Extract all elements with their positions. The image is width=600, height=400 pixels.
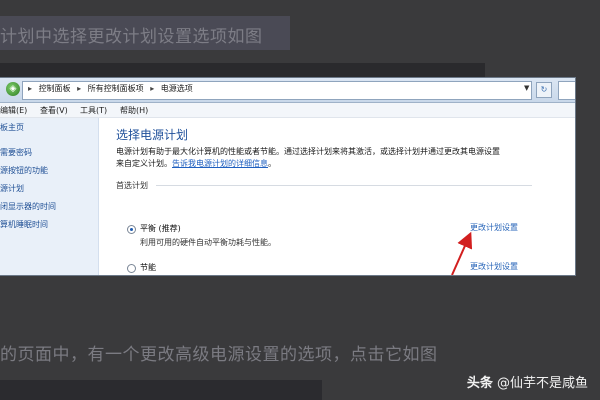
- annotation-arrow-icon: [451, 231, 473, 275]
- article-caption-top: 计划中选择更改计划设置选项如图: [0, 27, 263, 47]
- article-caption-mid: 的页面中，有一个更改高级电源设置的选项，点击它如图: [0, 345, 438, 365]
- divider-bar-bottom: [0, 380, 322, 400]
- watermark-author: @仙芋不是咸鱼: [496, 376, 588, 391]
- watermark-brand: 头条: [466, 376, 493, 391]
- watermark: 头条 @仙芋不是咸鱼: [467, 372, 588, 391]
- screenshot-window: ◈ ▸ 控制面板 ▸ 所有控制面板项 ▸ 电源选项 ▼ ↻ 编辑(E) 查看(V…: [0, 78, 575, 275]
- divider-bar: [0, 63, 485, 77]
